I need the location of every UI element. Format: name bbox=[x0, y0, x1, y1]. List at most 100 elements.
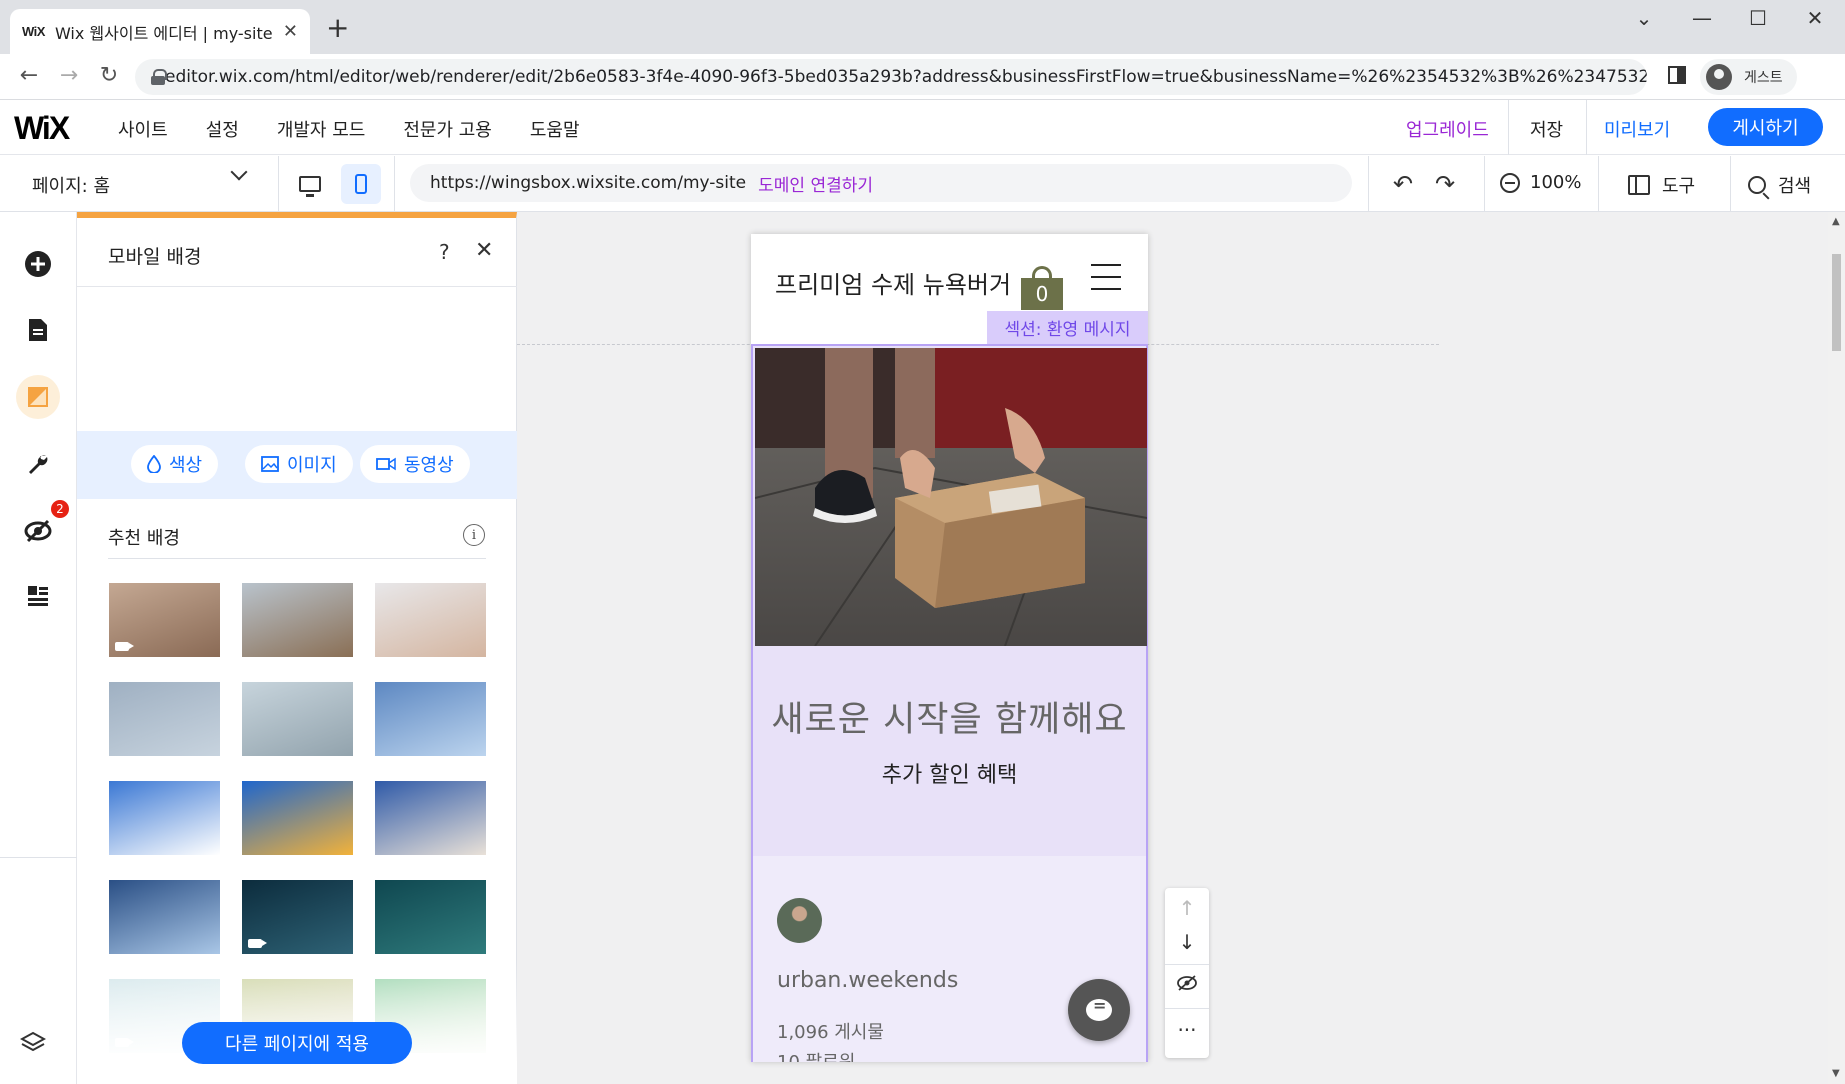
background-thumbnail[interactable] bbox=[375, 880, 486, 954]
background-thumbnail[interactable] bbox=[242, 583, 353, 657]
profile-button[interactable]: 게스트 bbox=[1700, 59, 1797, 95]
drop-icon bbox=[147, 455, 161, 473]
background-thumbnail[interactable] bbox=[109, 781, 220, 855]
background-thumbnail[interactable] bbox=[109, 880, 220, 954]
save-button[interactable]: 저장 bbox=[1530, 116, 1563, 142]
reload-icon[interactable]: ↻ bbox=[94, 63, 124, 88]
section-side-toolbar: ↑ ↓ ··· bbox=[1165, 888, 1209, 1058]
mobile-view-button[interactable] bbox=[341, 164, 381, 204]
hero-image[interactable] bbox=[755, 348, 1147, 646]
menu-help[interactable]: 도움말 bbox=[530, 116, 580, 142]
wix-logo[interactable]: WiX bbox=[14, 110, 70, 147]
wix-editor-toolbar: 페이지: 홈 https://wingsbox.wixsite.com/my-s… bbox=[0, 156, 1845, 212]
zoom-control[interactable]: 100% bbox=[1500, 172, 1581, 193]
mobile-page-preview[interactable]: 프리미엄 수제 뉴욕버거 0 섹션: 환영 메시지 새로운 시작을 함께해요 추… bbox=[751, 234, 1148, 1062]
wix-main-menu: 사이트 설정 개발자 모드 전문가 고용 도움말 bbox=[118, 116, 580, 142]
mobile-icon bbox=[355, 174, 367, 194]
close-icon[interactable]: ✕ bbox=[475, 238, 493, 263]
scroll-up-arrow-icon[interactable]: ▲ bbox=[1832, 216, 1840, 227]
menu-hire-expert[interactable]: 전문가 고용 bbox=[403, 116, 492, 142]
background-thumbnail[interactable] bbox=[375, 682, 486, 756]
divider bbox=[1598, 156, 1599, 212]
background-icon[interactable] bbox=[16, 375, 60, 419]
divider bbox=[108, 558, 486, 559]
browser-tab[interactable]: WiX Wix 웹사이트 에디터 | my-site ✕ bbox=[10, 9, 310, 54]
site-title[interactable]: 프리미엄 수제 뉴욕버거 bbox=[775, 268, 1025, 302]
background-thumbnail[interactable] bbox=[242, 880, 353, 954]
cart-icon[interactable]: 0 bbox=[1021, 266, 1063, 310]
upgrade-link[interactable]: 업그레이드 bbox=[1406, 116, 1489, 142]
site-url-field[interactable]: https://wingsbox.wixsite.com/my-site 도메인… bbox=[410, 164, 1352, 202]
more-options-icon[interactable]: ··· bbox=[1165, 1018, 1209, 1042]
image-button[interactable]: 이미지 bbox=[245, 445, 353, 483]
tab-search-icon[interactable]: ⌄ bbox=[1624, 6, 1664, 30]
recommended-title: 추천 배경 bbox=[108, 528, 180, 549]
desktop-view-button[interactable] bbox=[290, 164, 330, 204]
canvas-scrollbar[interactable]: ▲ ▼ bbox=[1828, 212, 1845, 1084]
pages-icon[interactable] bbox=[16, 308, 60, 352]
address-bar[interactable]: editor.wix.com/html/editor/web/renderer/… bbox=[135, 59, 1647, 95]
video-label: 동영상 bbox=[404, 455, 454, 476]
scroll-down-arrow-icon[interactable]: ▼ bbox=[1832, 1068, 1840, 1079]
search-button[interactable]: 검색 bbox=[1748, 172, 1811, 198]
apply-to-other-pages-button[interactable]: 다른 페이지에 적용 bbox=[182, 1022, 412, 1064]
image-icon bbox=[261, 456, 279, 472]
divider bbox=[0, 857, 77, 858]
chat-button[interactable] bbox=[1068, 979, 1130, 1041]
welcome-headline[interactable]: 새로운 시작을 함께해요 bbox=[753, 691, 1146, 742]
tab-close-icon[interactable]: ✕ bbox=[283, 21, 298, 42]
color-label: 색상 bbox=[169, 455, 203, 476]
scroll-thumb[interactable] bbox=[1832, 254, 1841, 351]
section-label[interactable]: 섹션: 환영 메시지 bbox=[987, 311, 1148, 344]
chat-icon bbox=[1086, 996, 1112, 1021]
left-rail bbox=[0, 212, 77, 1084]
wrench-icon[interactable] bbox=[16, 442, 60, 486]
page-selector[interactable]: 페이지: 홈 bbox=[32, 172, 110, 198]
side-panel-icon[interactable] bbox=[1668, 66, 1686, 84]
video-icon bbox=[376, 457, 396, 471]
tools-icon bbox=[1628, 175, 1650, 195]
menu-site[interactable]: 사이트 bbox=[118, 116, 168, 142]
background-thumbnail[interactable] bbox=[242, 781, 353, 855]
welcome-subline[interactable]: 추가 할인 혜택 bbox=[753, 757, 1146, 789]
background-thumbnail[interactable] bbox=[375, 781, 486, 855]
wix-top-bar: WiX 사이트 설정 개발자 모드 전문가 고용 도움말 업그레이드 저장 미리… bbox=[0, 100, 1845, 155]
color-button[interactable]: 색상 bbox=[131, 445, 219, 483]
minimize-button[interactable]: — bbox=[1682, 6, 1722, 30]
video-button[interactable]: 동영상 bbox=[360, 445, 470, 483]
move-down-icon[interactable]: ↓ bbox=[1165, 930, 1209, 954]
menu-settings[interactable]: 설정 bbox=[206, 116, 239, 142]
background-thumbnail[interactable] bbox=[375, 583, 486, 657]
divider bbox=[394, 156, 395, 212]
divider bbox=[1165, 1008, 1209, 1009]
search-label: 검색 bbox=[1778, 176, 1812, 197]
layout-tools-icon[interactable] bbox=[16, 574, 60, 618]
publish-button[interactable]: 게시하기 bbox=[1708, 108, 1823, 146]
video-camera-icon bbox=[248, 939, 267, 948]
redo-icon[interactable]: ↷ bbox=[1435, 170, 1455, 198]
zoom-out-icon[interactable] bbox=[1500, 172, 1520, 193]
hamburger-menu-icon[interactable] bbox=[1091, 264, 1121, 300]
info-icon[interactable]: i bbox=[463, 524, 485, 546]
divider bbox=[1484, 156, 1485, 212]
menu-dev-mode[interactable]: 개발자 모드 bbox=[277, 116, 366, 142]
help-icon[interactable]: ? bbox=[439, 240, 450, 264]
back-icon[interactable]: ← bbox=[14, 63, 44, 88]
forward-icon[interactable]: → bbox=[54, 63, 84, 88]
new-tab-button[interactable]: + bbox=[326, 14, 349, 42]
welcome-section[interactable]: 새로운 시작을 함께해요 추가 할인 혜택 urban.weekends 1,0… bbox=[751, 344, 1148, 1062]
window-close-button[interactable]: ✕ bbox=[1795, 6, 1835, 30]
move-up-icon[interactable]: ↑ bbox=[1165, 896, 1209, 920]
maximize-button[interactable]: ☐ bbox=[1738, 6, 1778, 30]
undo-icon[interactable]: ↶ bbox=[1393, 170, 1413, 198]
add-elements-icon[interactable] bbox=[16, 242, 60, 286]
connect-domain-link[interactable]: 도메인 연결하기 bbox=[758, 171, 873, 196]
layers-icon[interactable] bbox=[19, 1030, 47, 1062]
preview-button[interactable]: 미리보기 bbox=[1604, 116, 1670, 142]
avatar bbox=[777, 898, 822, 943]
background-thumbnail[interactable] bbox=[109, 682, 220, 756]
background-thumbnail[interactable] bbox=[242, 682, 353, 756]
tools-button[interactable]: 도구 bbox=[1628, 172, 1695, 198]
hide-icon[interactable] bbox=[1165, 972, 1209, 996]
background-thumbnail[interactable] bbox=[109, 583, 220, 657]
